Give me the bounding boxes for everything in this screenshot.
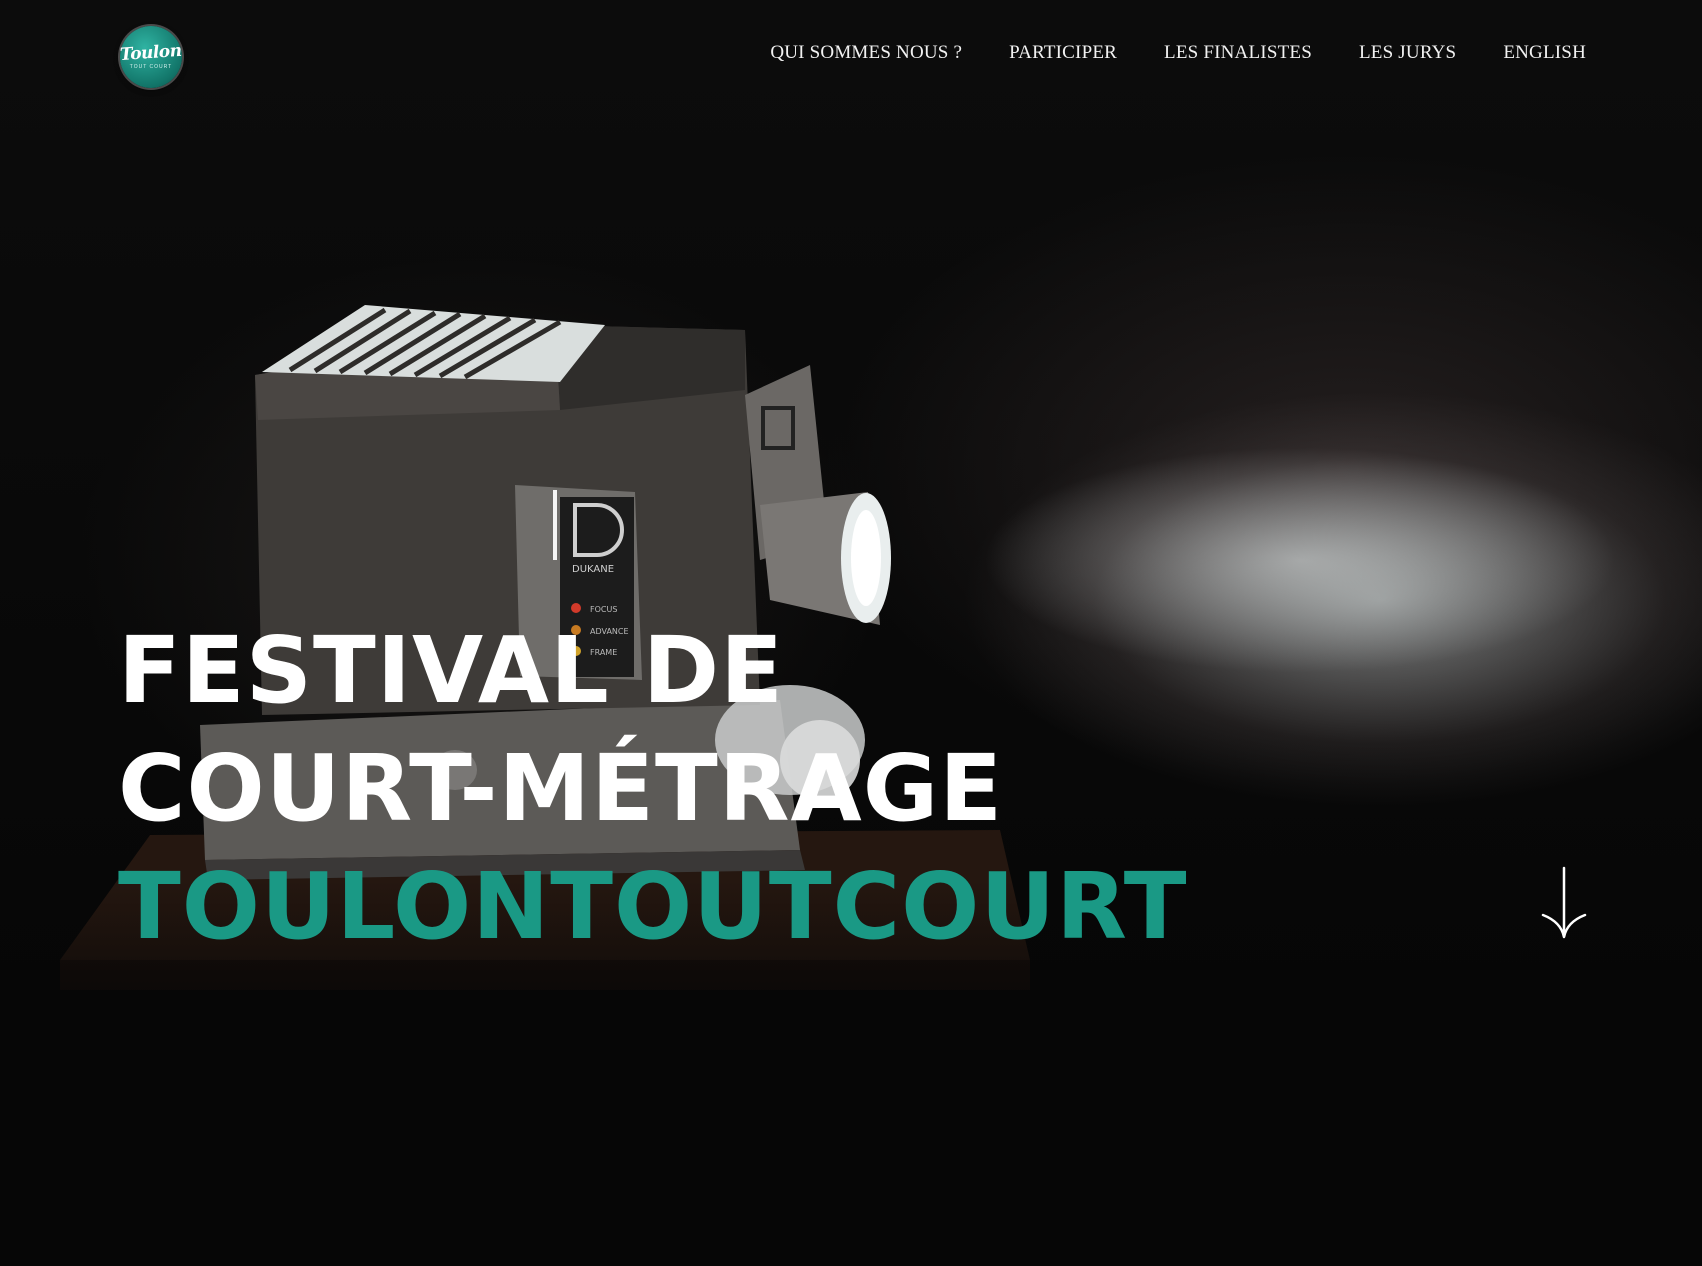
hero-title-line-3: TOULONTOUTCOURT bbox=[118, 853, 1188, 960]
nav-link-participer[interactable]: PARTICIPER bbox=[1009, 42, 1117, 63]
nav-link-les-jurys[interactable]: LES JURYS bbox=[1359, 42, 1456, 63]
hero-title: FESTIVAL DE COURT-MÉTRAGE TOULONTOUTCOUR… bbox=[118, 612, 1188, 966]
nav-link-english[interactable]: ENGLISH bbox=[1503, 42, 1586, 63]
nav-link-les-finalistes[interactable]: LES FINALISTES bbox=[1164, 42, 1312, 63]
nav-item-les-jurys: LES JURYS bbox=[1359, 42, 1456, 64]
arrow-down-icon[interactable] bbox=[1539, 866, 1589, 940]
nav-item-english: ENGLISH bbox=[1503, 42, 1586, 64]
hero-title-line-1: FESTIVAL DE bbox=[118, 617, 784, 724]
logo-wordmark: Toulon bbox=[119, 40, 183, 65]
main-nav: QUI SOMMES NOUS ? PARTICIPER LES FINALIS… bbox=[770, 42, 1586, 64]
nav-link-qui-sommes-nous[interactable]: QUI SOMMES NOUS ? bbox=[770, 42, 962, 63]
site-logo[interactable]: Toulon TOUT COURT bbox=[120, 26, 182, 88]
landing-page: DUKANE FOCUS ADVANCE FRAME Toulon TOUT C… bbox=[0, 0, 1702, 1266]
nav-item-qui-sommes-nous: QUI SOMMES NOUS ? bbox=[770, 42, 962, 64]
projector-brand-text: DUKANE bbox=[572, 564, 614, 575]
nav-item-participer: PARTICIPER bbox=[1009, 42, 1117, 64]
hero-title-line-2: COURT-MÉTRAGE bbox=[118, 735, 1004, 842]
nav-item-les-finalistes: LES FINALISTES bbox=[1164, 42, 1312, 64]
logo-subtitle: TOUT COURT bbox=[129, 63, 173, 70]
